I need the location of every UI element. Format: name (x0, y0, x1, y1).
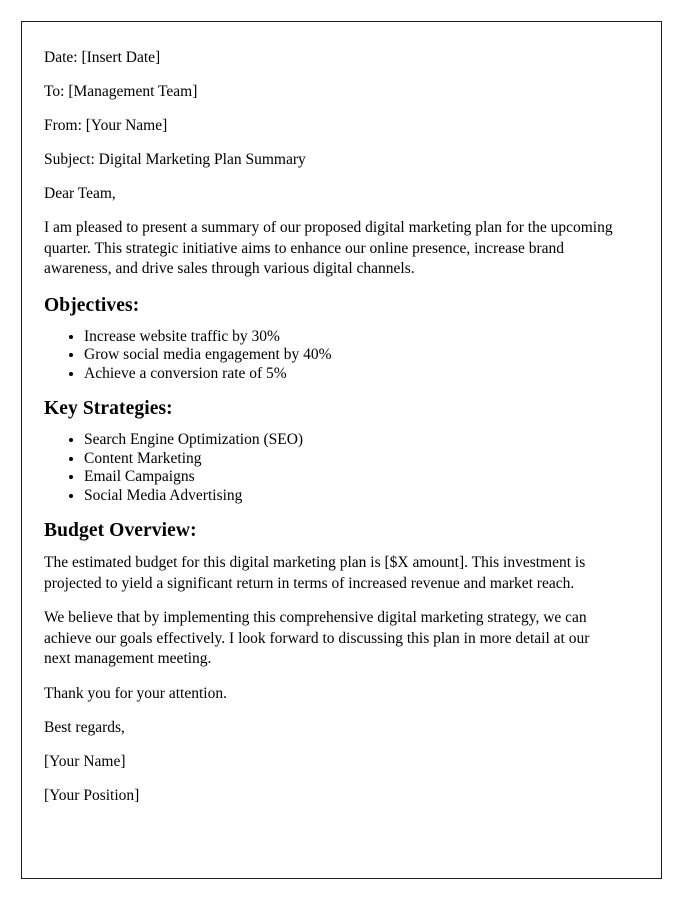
heading-budget-overview: Budget Overview: (44, 520, 197, 541)
budget-paragraph: The estimated budget for this digital ma… (44, 554, 586, 592)
salutation: Dear Team, (44, 185, 116, 202)
list-item: Search Engine Optimization (SEO) (84, 431, 617, 450)
list-item: Social Media Advertising (84, 487, 617, 506)
objectives-list: Increase website traffic by 30% Grow soc… (44, 328, 617, 384)
list-item: Achieve a conversion rate of 5% (84, 365, 617, 384)
list-item: Content Marketing (84, 450, 617, 469)
intro-paragraph: I am pleased to present a summary of our… (44, 219, 613, 277)
list-item: Grow social media engagement by 40% (84, 346, 617, 365)
key-strategies-list: Search Engine Optimization (SEO) Content… (44, 431, 617, 505)
field-subject: Subject: Digital Marketing Plan Summary (44, 151, 306, 168)
document-page: Date: [Insert Date] To: [Management Team… (21, 21, 662, 879)
heading-key-strategies: Key Strategies: (44, 398, 173, 419)
field-date: Date: [Insert Date] (44, 49, 161, 66)
signoff: Best regards, (44, 718, 125, 736)
thanks-line: Thank you for your attention. (44, 684, 227, 702)
list-item: Increase website traffic by 30% (84, 328, 617, 347)
signature-name: [Your Name] (44, 752, 126, 770)
heading-objectives: Objectives: (44, 294, 140, 316)
document-body: Date: [Insert Date] To: [Management Team… (22, 22, 661, 805)
signature-position: [Your Position] (44, 786, 140, 804)
field-to: To: [Management Team] (44, 83, 198, 100)
closing-paragraph: We believe that by implementing this com… (44, 609, 590, 667)
field-from: From: [Your Name] (44, 117, 168, 134)
list-item: Email Campaigns (84, 468, 617, 487)
